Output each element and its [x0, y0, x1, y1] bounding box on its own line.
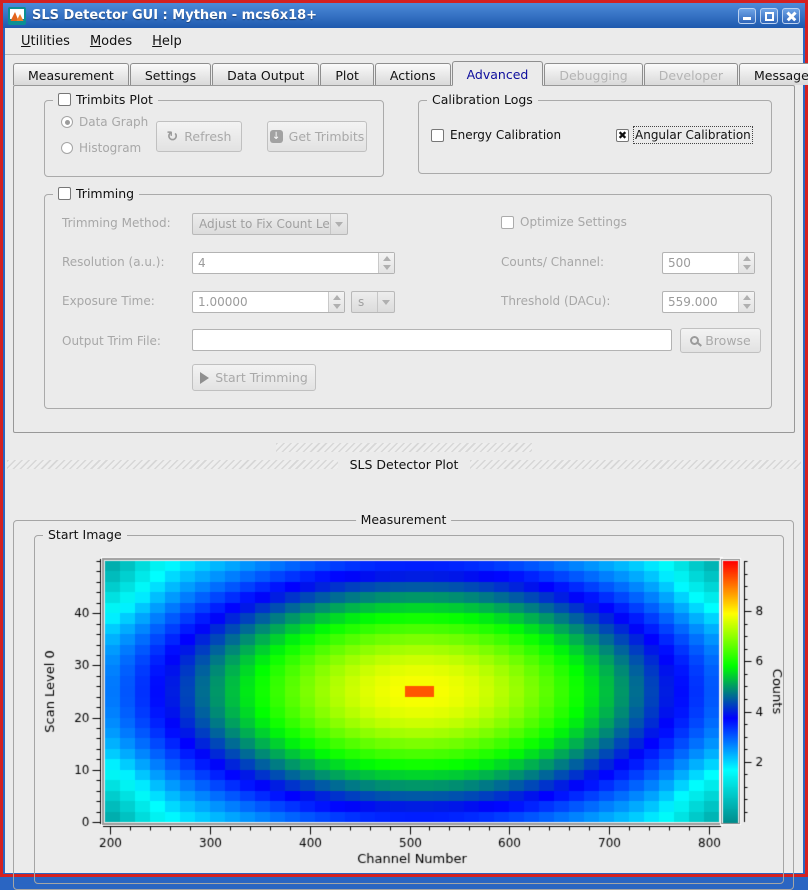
dock-texture-right [470, 460, 801, 469]
exposure-unit-combo: s [351, 291, 395, 313]
optimize-settings-checkbox: ✖ [501, 216, 514, 229]
spin-up-icon [333, 295, 341, 300]
calibration-logs-group: Calibration Logs ✖ Energy Calibration ✖ … [418, 100, 772, 174]
trimbits-plot-checkbox[interactable]: ✖ [58, 93, 71, 106]
measurement-title: Measurement [361, 512, 447, 527]
data-graph-radio [61, 116, 73, 128]
browse-label: Browse [705, 333, 751, 348]
detector-heatmap-canvas[interactable] [35, 536, 783, 882]
exposure-time-label: Exposure Time: [62, 294, 155, 308]
plot-dock-title: SLS Detector Plot [350, 457, 459, 472]
refresh-label: Refresh [184, 129, 231, 144]
tab-advanced[interactable]: Advanced [452, 61, 544, 86]
histogram-label: Histogram [79, 141, 141, 155]
chevron-down-icon [382, 300, 390, 305]
tab-messages[interactable]: Messages [739, 63, 808, 85]
histogram-radio [61, 142, 73, 154]
spin-up-icon [383, 256, 391, 261]
exposure-time-value: 1.00000 [193, 295, 328, 309]
resolution-value: 4 [193, 256, 378, 270]
maximize-icon[interactable] [760, 8, 778, 24]
get-trimbits-label: Get Trimbits [289, 129, 365, 144]
counts-channel-spinbox: 500 [662, 252, 755, 274]
exposure-time-spinbox: 1.00000 [192, 291, 345, 313]
play-icon [200, 372, 209, 384]
trimming-method-combo: Adjust to Fix Count Level [192, 213, 348, 235]
trimbits-plot-title: Trimbits Plot [76, 92, 153, 107]
optimize-settings-label: Optimize Settings [520, 215, 627, 229]
spin-up-icon [743, 256, 751, 261]
tab-bar: Measurement Settings Data Output Plot Ac… [5, 55, 803, 85]
threshold-spinbox: 559.000 [662, 291, 755, 313]
tab-debugging: Debugging [544, 63, 642, 85]
trimming-checkbox[interactable]: ✖ [58, 187, 71, 200]
spin-down-icon [743, 265, 751, 270]
calibration-logs-title: Calibration Logs [432, 92, 533, 107]
energy-calibration-label: Energy Calibration [450, 128, 561, 142]
plot-dock-titlebar[interactable]: SLS Detector Plot [5, 456, 803, 473]
app-content: Utilities Modes Help Measurement Setting… [5, 28, 803, 873]
menu-utilities[interactable]: Utilities [11, 31, 80, 52]
menubar: Utilities Modes Help [5, 28, 803, 55]
energy-calibration-checkbox[interactable]: ✖ [431, 129, 444, 142]
threshold-label: Threshold (DACu): [501, 294, 610, 308]
magnifier-icon [690, 336, 699, 345]
browse-button: Browse [680, 328, 761, 353]
angular-calibration-label: Angular Calibration [635, 128, 751, 142]
angular-calibration-checkbox[interactable]: ✖ [616, 129, 629, 142]
start-image-group: Start Image [34, 535, 784, 884]
counts-channel-value: 500 [663, 256, 738, 270]
advanced-tab-pane: ✖ Trimbits Plot Data Graph Histogram ↻ R… [13, 85, 795, 433]
trimming-method-label: Trimming Method: [62, 216, 171, 230]
spin-down-icon [333, 304, 341, 309]
tab-developer: Developer [644, 63, 738, 85]
start-trimming-button: Start Trimming [192, 364, 316, 391]
trimming-method-value: Adjust to Fix Count Level [193, 217, 330, 231]
minimize-icon[interactable] [738, 8, 756, 24]
tab-settings[interactable]: Settings [130, 63, 211, 85]
refresh-button: ↻ Refresh [156, 121, 242, 152]
close-icon[interactable] [782, 8, 800, 24]
tab-data-output[interactable]: Data Output [212, 63, 319, 85]
exposure-unit-value: s [352, 295, 377, 309]
measurement-group: Measurement Start Image [13, 520, 794, 890]
menu-modes[interactable]: Modes [80, 31, 142, 52]
spin-up-icon [743, 295, 751, 300]
trimming-group: ✖ Trimming Trimming Method: Adjust to Fi… [44, 194, 772, 409]
tab-measurement[interactable]: Measurement [13, 63, 129, 85]
window-title: SLS Detector GUI : Mythen - mcs6x18+ [32, 8, 732, 23]
output-trim-file-input [192, 329, 672, 351]
titlebar[interactable]: SLS Detector GUI : Mythen - mcs6x18+ [3, 3, 805, 28]
tab-plot[interactable]: Plot [320, 63, 374, 85]
trimbits-plot-group: ✖ Trimbits Plot Data Graph Histogram ↻ R… [44, 100, 384, 177]
spin-down-icon [383, 265, 391, 270]
menu-help[interactable]: Help [142, 31, 192, 52]
threshold-value: 559.000 [663, 295, 738, 309]
app-logo-icon [8, 7, 26, 25]
dock-texture-left [7, 460, 338, 469]
splitter-handle[interactable] [276, 443, 532, 452]
chevron-down-icon [335, 222, 343, 227]
application-window: { "window": { "title": "SLS Detector GUI… [0, 0, 808, 877]
trimming-title: Trimming [76, 186, 134, 201]
tab-actions[interactable]: Actions [375, 63, 451, 85]
download-icon: ↓ [270, 130, 283, 143]
data-graph-label: Data Graph [79, 115, 148, 129]
resolution-label: Resolution (a.u.): [62, 255, 165, 269]
counts-channel-label: Counts/ Channel: [501, 255, 604, 269]
refresh-icon: ↻ [167, 131, 179, 143]
output-trim-file-label: Output Trim File: [62, 334, 161, 348]
spin-down-icon [743, 304, 751, 309]
resolution-spinbox: 4 [192, 252, 395, 274]
get-trimbits-button: ↓ Get Trimbits [267, 121, 367, 152]
start-trimming-label: Start Trimming [215, 370, 308, 385]
